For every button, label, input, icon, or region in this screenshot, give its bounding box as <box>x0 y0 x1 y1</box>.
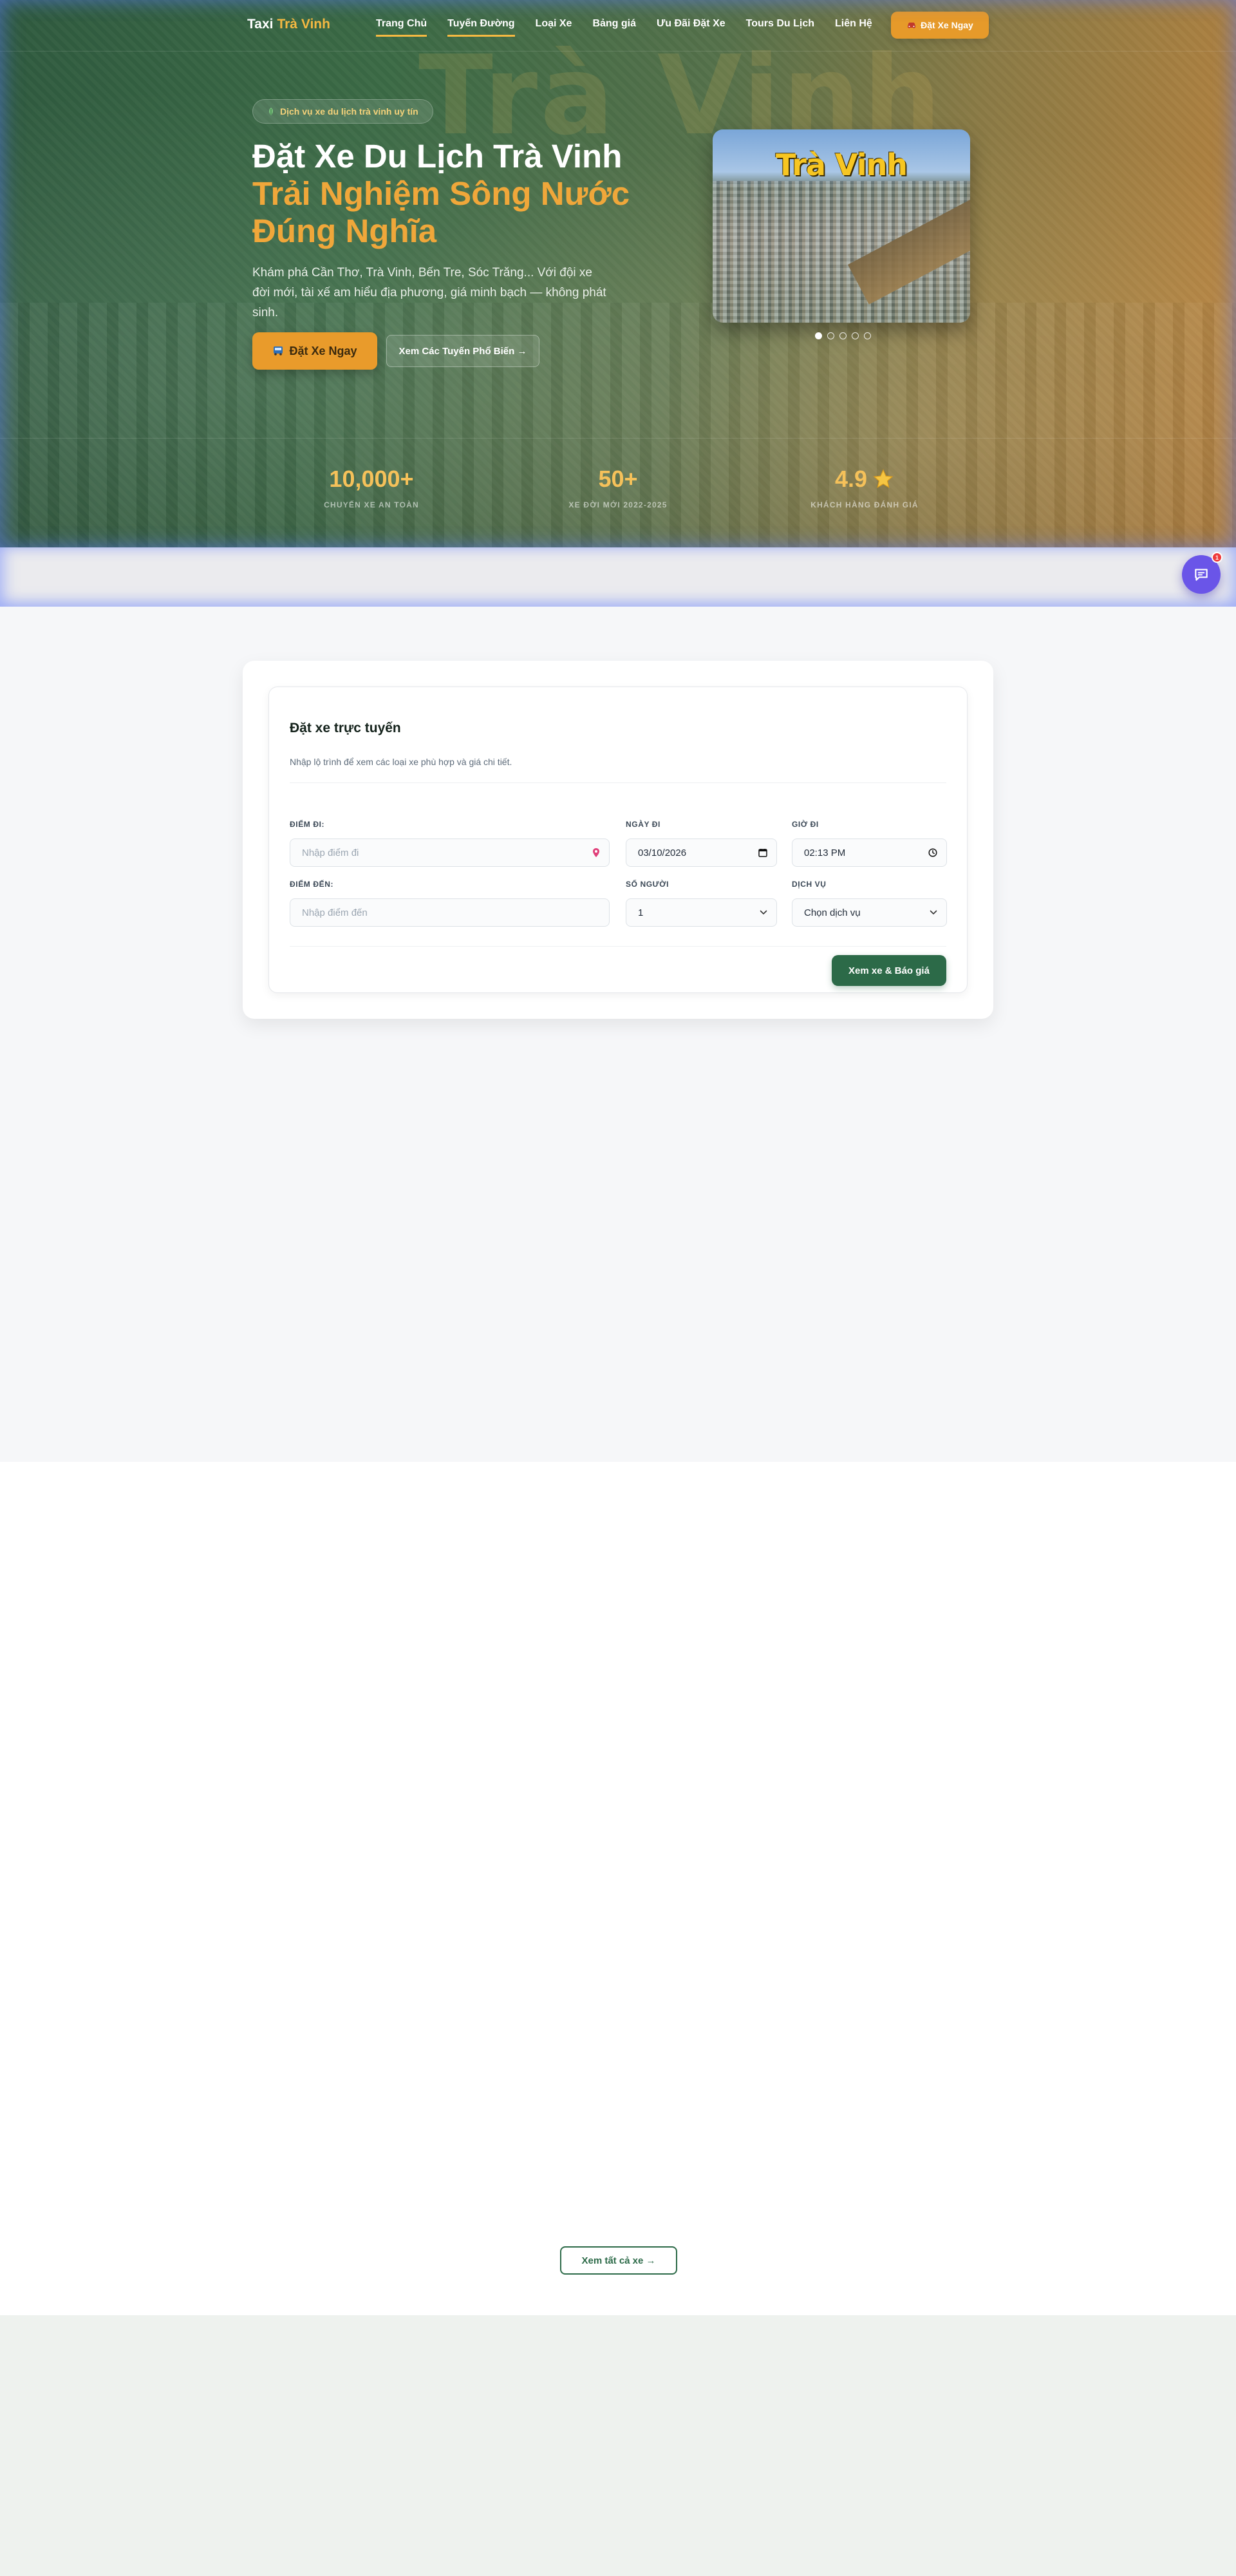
stat-trips: 10,000+ CHUYẾN XE AN TOÀN <box>275 466 468 509</box>
leaf-icon <box>269 108 273 115</box>
slider-dots <box>815 332 871 339</box>
slider-dot[interactable] <box>815 332 822 339</box>
view-all-cars-button[interactable]: Xem tất cả xe → <box>560 2246 677 2275</box>
star-icon <box>873 469 894 488</box>
nav-item-contact[interactable]: Liên Hệ <box>835 18 872 37</box>
from-input[interactable]: Nhập điểm đi <box>290 838 610 867</box>
quote-submit-button[interactable]: Xem xe & Báo giá <box>832 955 946 986</box>
hero-badge: Dịch vụ xe du lịch trà vinh uy tín <box>252 99 433 124</box>
stat-cars: 50+ XE ĐỜI MỚI 2022-2025 <box>521 466 715 509</box>
nav-item-pricing[interactable]: Bảng giá <box>592 18 636 37</box>
service-value: Chọn dịch vụ <box>804 907 861 918</box>
slider-dot[interactable] <box>864 332 871 339</box>
stat-rating-value-row: 4.9 <box>768 466 961 493</box>
date-input[interactable]: 03/10/2026 <box>626 838 777 867</box>
nav-item-car-types[interactable]: Loại Xe <box>536 18 572 37</box>
nav-item-offers[interactable]: Ưu Đãi Đặt Xe <box>657 18 726 37</box>
time-value: 02:13 PM <box>804 847 846 858</box>
hero-badge-text: Dịch vụ xe du lịch trà vinh uy tín <box>280 106 418 117</box>
section-divider-band <box>0 547 1236 607</box>
booking-card: Đặt xe trực tuyến Nhập lộ trình để xem c… <box>243 661 993 1019</box>
to-label: ĐIỂM ĐẾN: <box>290 880 334 889</box>
people-label: SỐ NGƯỜI <box>626 880 669 889</box>
nav-book-button[interactable]: Đặt Xe Ngay <box>891 12 989 39</box>
bus-icon <box>274 346 283 355</box>
top-navbar: Taxi Trà Vinh Trang Chủ Tuyến Đường Loại … <box>0 0 1236 52</box>
chevron-down-icon <box>930 910 937 915</box>
booking-divider-bottom <box>290 946 946 947</box>
stat-rating-label: KHÁCH HÀNG ĐÁNH GIÁ <box>810 500 919 509</box>
site-logo[interactable]: Taxi Trà Vinh <box>247 17 330 32</box>
bottom-section <box>0 2315 1236 2576</box>
cars-section: Xem tất cả xe → <box>0 1462 1236 2315</box>
people-value: 1 <box>638 907 644 918</box>
chevron-down-icon <box>760 910 767 915</box>
hero-image-title: Trà Vinh <box>775 147 908 182</box>
hero-book-button[interactable]: Đặt Xe Ngay <box>252 332 377 370</box>
chat-notification-badge: 1 <box>1212 552 1222 563</box>
hero-title-line1: Đặt Xe Du Lịch Trà Vinh <box>252 138 623 175</box>
service-label: DỊCH VỤ <box>792 880 827 889</box>
booking-subtitle: Nhập lộ trình để xem các loại xe phù hợp… <box>290 757 512 767</box>
popular-routes-button[interactable]: Xem Các Tuyến Phổ Biến → <box>386 335 539 367</box>
booking-form: Đặt xe trực tuyến Nhập lộ trình để xem c… <box>268 687 968 993</box>
clock-icon[interactable] <box>928 848 937 857</box>
stat-cars-label: XE ĐỜI MỚI 2022-2025 <box>568 500 668 509</box>
booking-title: Đặt xe trực tuyến <box>290 721 401 735</box>
hero-title-line2: Trải Nghiệm Sông Nước Đúng Nghĩa <box>252 175 630 249</box>
hero-slider-image[interactable]: Trà Vinh <box>713 129 970 323</box>
stat-trips-value: 10,000+ <box>329 466 414 492</box>
to-placeholder: Nhập điểm đến <box>302 907 368 918</box>
booking-divider <box>290 782 946 783</box>
time-label: GIỜ ĐI <box>792 820 819 829</box>
nav-item-tours[interactable]: Tours Du Lịch <box>746 18 814 37</box>
slider-dot[interactable] <box>839 332 847 339</box>
from-placeholder: Nhập điểm đi <box>302 847 359 858</box>
to-input[interactable]: Nhập điểm đến <box>290 898 610 927</box>
stat-rating: 4.9 KHÁCH HÀNG ĐÁNH GIÁ <box>768 466 961 509</box>
hero-description: Khám phá Cần Thơ, Trà Vinh, Bến Tre, Sóc… <box>252 266 606 319</box>
stat-rating-value: 4.9 <box>834 466 868 492</box>
date-label: NGÀY ĐI <box>626 820 660 829</box>
logo-accent-text: Trà Vinh <box>277 17 330 32</box>
nav-book-label: Đặt Xe Ngay <box>921 20 973 30</box>
stat-cars-value: 50+ <box>598 466 638 492</box>
chat-icon <box>1195 569 1208 581</box>
hero-section: Trà Vinh Taxi Trà Vinh Trang Chủ Tuyến Đư… <box>0 0 1236 547</box>
pin-icon <box>592 848 600 858</box>
booking-section: Đặt xe trực tuyến Nhập lộ trình để xem c… <box>0 607 1236 1462</box>
stat-trips-label: CHUYẾN XE AN TOÀN <box>324 500 419 509</box>
from-label: ĐIỂM ĐI: <box>290 820 325 829</box>
hero-stats: 10,000+ CHUYẾN XE AN TOÀN 50+ XE ĐỜI MỚI… <box>0 438 1236 522</box>
calendar-icon[interactable] <box>758 848 767 857</box>
time-input[interactable]: 02:13 PM <box>792 838 947 867</box>
nav-item-home[interactable]: Trang Chủ <box>376 18 427 37</box>
car-icon <box>908 23 916 28</box>
nav-item-routes[interactable]: Tuyến Đường <box>447 18 515 37</box>
hero-book-label: Đặt Xe Ngay <box>289 344 357 357</box>
date-value: 03/10/2026 <box>638 847 687 858</box>
slider-dot[interactable] <box>852 332 859 339</box>
service-select[interactable]: Chọn dịch vụ <box>792 898 947 927</box>
logo-main-text: Taxi <box>247 17 274 32</box>
main-menu: Trang Chủ Tuyến Đường Loại Xe Bảng giá Ư… <box>376 18 872 37</box>
slider-dot[interactable] <box>827 332 834 339</box>
people-select[interactable]: 1 <box>626 898 777 927</box>
hero-title: Đặt Xe Du Lịch Trà Vinh Trải Nghiệm Sông… <box>252 138 651 250</box>
